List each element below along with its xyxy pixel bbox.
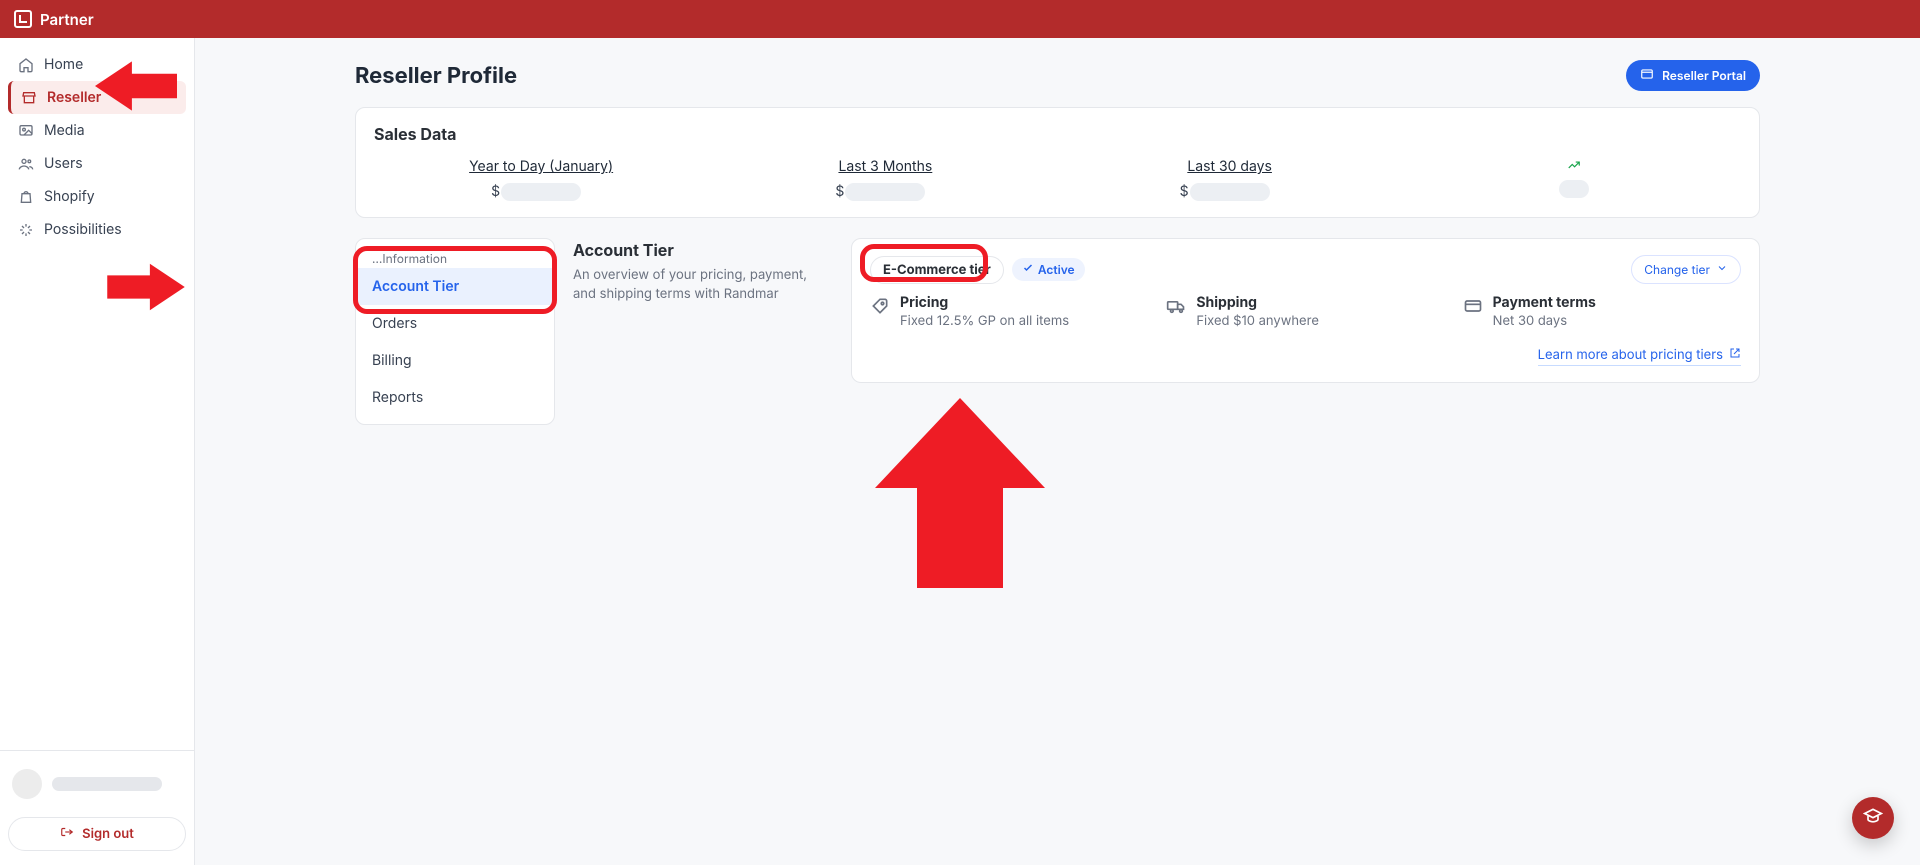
sidebar-item-shopify[interactable]: Shopify	[8, 180, 186, 213]
signout-label: Sign out	[82, 826, 134, 842]
tier-block-title: Payment terms	[1493, 294, 1596, 311]
users-icon	[18, 156, 34, 172]
sales-stat-label[interactable]: Year to Day (January)	[469, 158, 613, 175]
avatar	[12, 769, 42, 799]
tier-card-header: E-Commerce tier Active Change tier	[870, 255, 1741, 284]
subnav-item-orders[interactable]: Orders	[356, 305, 554, 342]
chevron-down-icon	[1716, 262, 1728, 277]
sidebar-bottom: Sign out	[0, 750, 194, 865]
active-pill-label: Active	[1038, 262, 1075, 277]
page-title: Reseller Profile	[355, 63, 517, 89]
truck-icon	[1166, 296, 1186, 316]
user-name-redacted	[52, 777, 162, 791]
sales-stat-ytd: Year to Day (January) $	[374, 158, 708, 201]
subnav-item-account-tier[interactable]: Account Tier	[356, 268, 554, 305]
portal-button-label: Reseller Portal	[1662, 68, 1746, 83]
tier-block-title: Pricing	[900, 294, 1069, 311]
sidebar-item-reseller[interactable]: Reseller	[8, 81, 186, 114]
home-icon	[18, 57, 34, 73]
subnav-item-reports[interactable]: Reports	[356, 379, 554, 416]
active-pill: Active	[1012, 258, 1085, 281]
subnav-item-label: Orders	[372, 315, 417, 332]
store-icon	[21, 90, 37, 106]
tier-info-title: Account Tier	[573, 240, 833, 260]
sidebar-item-label: Media	[44, 122, 85, 139]
sidebar-item-possibilities[interactable]: Possibilities	[8, 213, 186, 246]
tier-block-shipping: Shipping Fixed $10 anywhere	[1166, 294, 1444, 331]
sidebar-item-label: Possibilities	[44, 221, 122, 238]
sidebar-item-label: Users	[44, 155, 83, 172]
subnav-item-label: Reports	[372, 389, 423, 406]
signout-icon	[60, 825, 74, 843]
brand-logo-icon	[14, 10, 32, 28]
main: Reseller Profile Reseller Portal Sales D…	[195, 38, 1920, 865]
subnav-item-label: Billing	[372, 352, 412, 369]
profile-sub-nav: …Information Account Tier Orders Billing…	[355, 238, 555, 425]
image-icon	[18, 123, 34, 139]
content-row: …Information Account Tier Orders Billing…	[355, 238, 1760, 425]
sidebar-item-label: Reseller	[47, 89, 101, 106]
sales-stat-label[interactable]: Last 3 Months	[838, 158, 932, 175]
subnav-item-billing[interactable]: Billing	[356, 342, 554, 379]
help-fab[interactable]	[1852, 797, 1894, 839]
brand-name: Partner	[40, 10, 94, 29]
tier-block-sub: Fixed 12.5% GP on all items	[900, 313, 1069, 331]
subnav-item-label: Account Tier	[372, 278, 459, 295]
tier-chip: E-Commerce tier	[870, 256, 1004, 284]
sales-stat-3m: Last 3 Months $	[718, 158, 1052, 201]
tier-block-pricing: Pricing Fixed 12.5% GP on all items	[870, 294, 1148, 331]
sidebar-item-label: Shopify	[44, 188, 95, 205]
sidebar-item-media[interactable]: Media	[8, 114, 186, 147]
tier-card-inner: E-Commerce tier Active Change tier	[870, 255, 1741, 366]
tier-block-sub: Fixed $10 anywhere	[1196, 313, 1319, 331]
learn-more-label: Learn more about pricing tiers	[1538, 347, 1723, 363]
sidebar-item-users[interactable]: Users	[8, 147, 186, 180]
sales-grid: Year to Day (January) $ Last 3 Months $ …	[374, 158, 1741, 201]
topbar: Partner	[0, 0, 1920, 38]
page-header: Reseller Profile Reseller Portal	[355, 60, 1760, 91]
sidebar-item-home[interactable]: Home	[8, 48, 186, 81]
card-icon	[1463, 296, 1483, 316]
sparkle-icon	[18, 222, 34, 238]
tier-body: Pricing Fixed 12.5% GP on all items Ship…	[870, 294, 1741, 331]
sales-stat-value-redacted: $	[501, 183, 581, 201]
external-icon	[1640, 67, 1654, 84]
sales-stat-label[interactable]: Last 30 days	[1187, 158, 1272, 175]
tag-icon	[870, 296, 890, 316]
change-tier-button[interactable]: Change tier	[1631, 255, 1741, 284]
trend-up-icon	[1565, 158, 1583, 172]
graduation-cap-icon	[1863, 806, 1883, 830]
sidebar: Home Reseller Media Users	[0, 38, 195, 865]
tier-info: Account Tier An overview of your pricing…	[573, 238, 833, 304]
tier-info-desc: An overview of your pricing, payment, an…	[573, 266, 833, 304]
tier-block-sub: Net 30 days	[1493, 313, 1596, 331]
change-tier-label: Change tier	[1644, 262, 1710, 277]
sales-title: Sales Data	[374, 124, 1741, 144]
reseller-portal-button[interactable]: Reseller Portal	[1626, 60, 1760, 91]
external-link-icon	[1729, 347, 1741, 363]
subnav-trim-label: …Information	[356, 247, 554, 268]
sales-card: Sales Data Year to Day (January) $ Last …	[355, 107, 1760, 218]
bag-icon	[18, 189, 34, 205]
sales-stat-value-redacted: $	[845, 183, 925, 201]
user-row[interactable]	[8, 761, 186, 807]
tier-card: E-Commerce tier Active Change tier	[851, 238, 1760, 383]
tier-block-payment: Payment terms Net 30 days	[1463, 294, 1741, 331]
trend-value-redacted	[1559, 180, 1589, 198]
learn-more-link[interactable]: Learn more about pricing tiers	[1538, 347, 1741, 366]
sidebar-nav: Home Reseller Media Users	[0, 48, 194, 246]
signout-button[interactable]: Sign out	[8, 817, 186, 851]
annotation-arrow-up-icon	[875, 398, 1045, 588]
sales-stat-30d: Last 30 days $	[1063, 158, 1397, 201]
tier-left-group: E-Commerce tier Active	[870, 256, 1085, 284]
sales-trend	[1407, 158, 1741, 198]
tier-block-title: Shipping	[1196, 294, 1319, 311]
sidebar-item-label: Home	[44, 56, 83, 73]
sales-stat-value-redacted: $	[1190, 183, 1270, 201]
check-icon	[1022, 262, 1034, 277]
